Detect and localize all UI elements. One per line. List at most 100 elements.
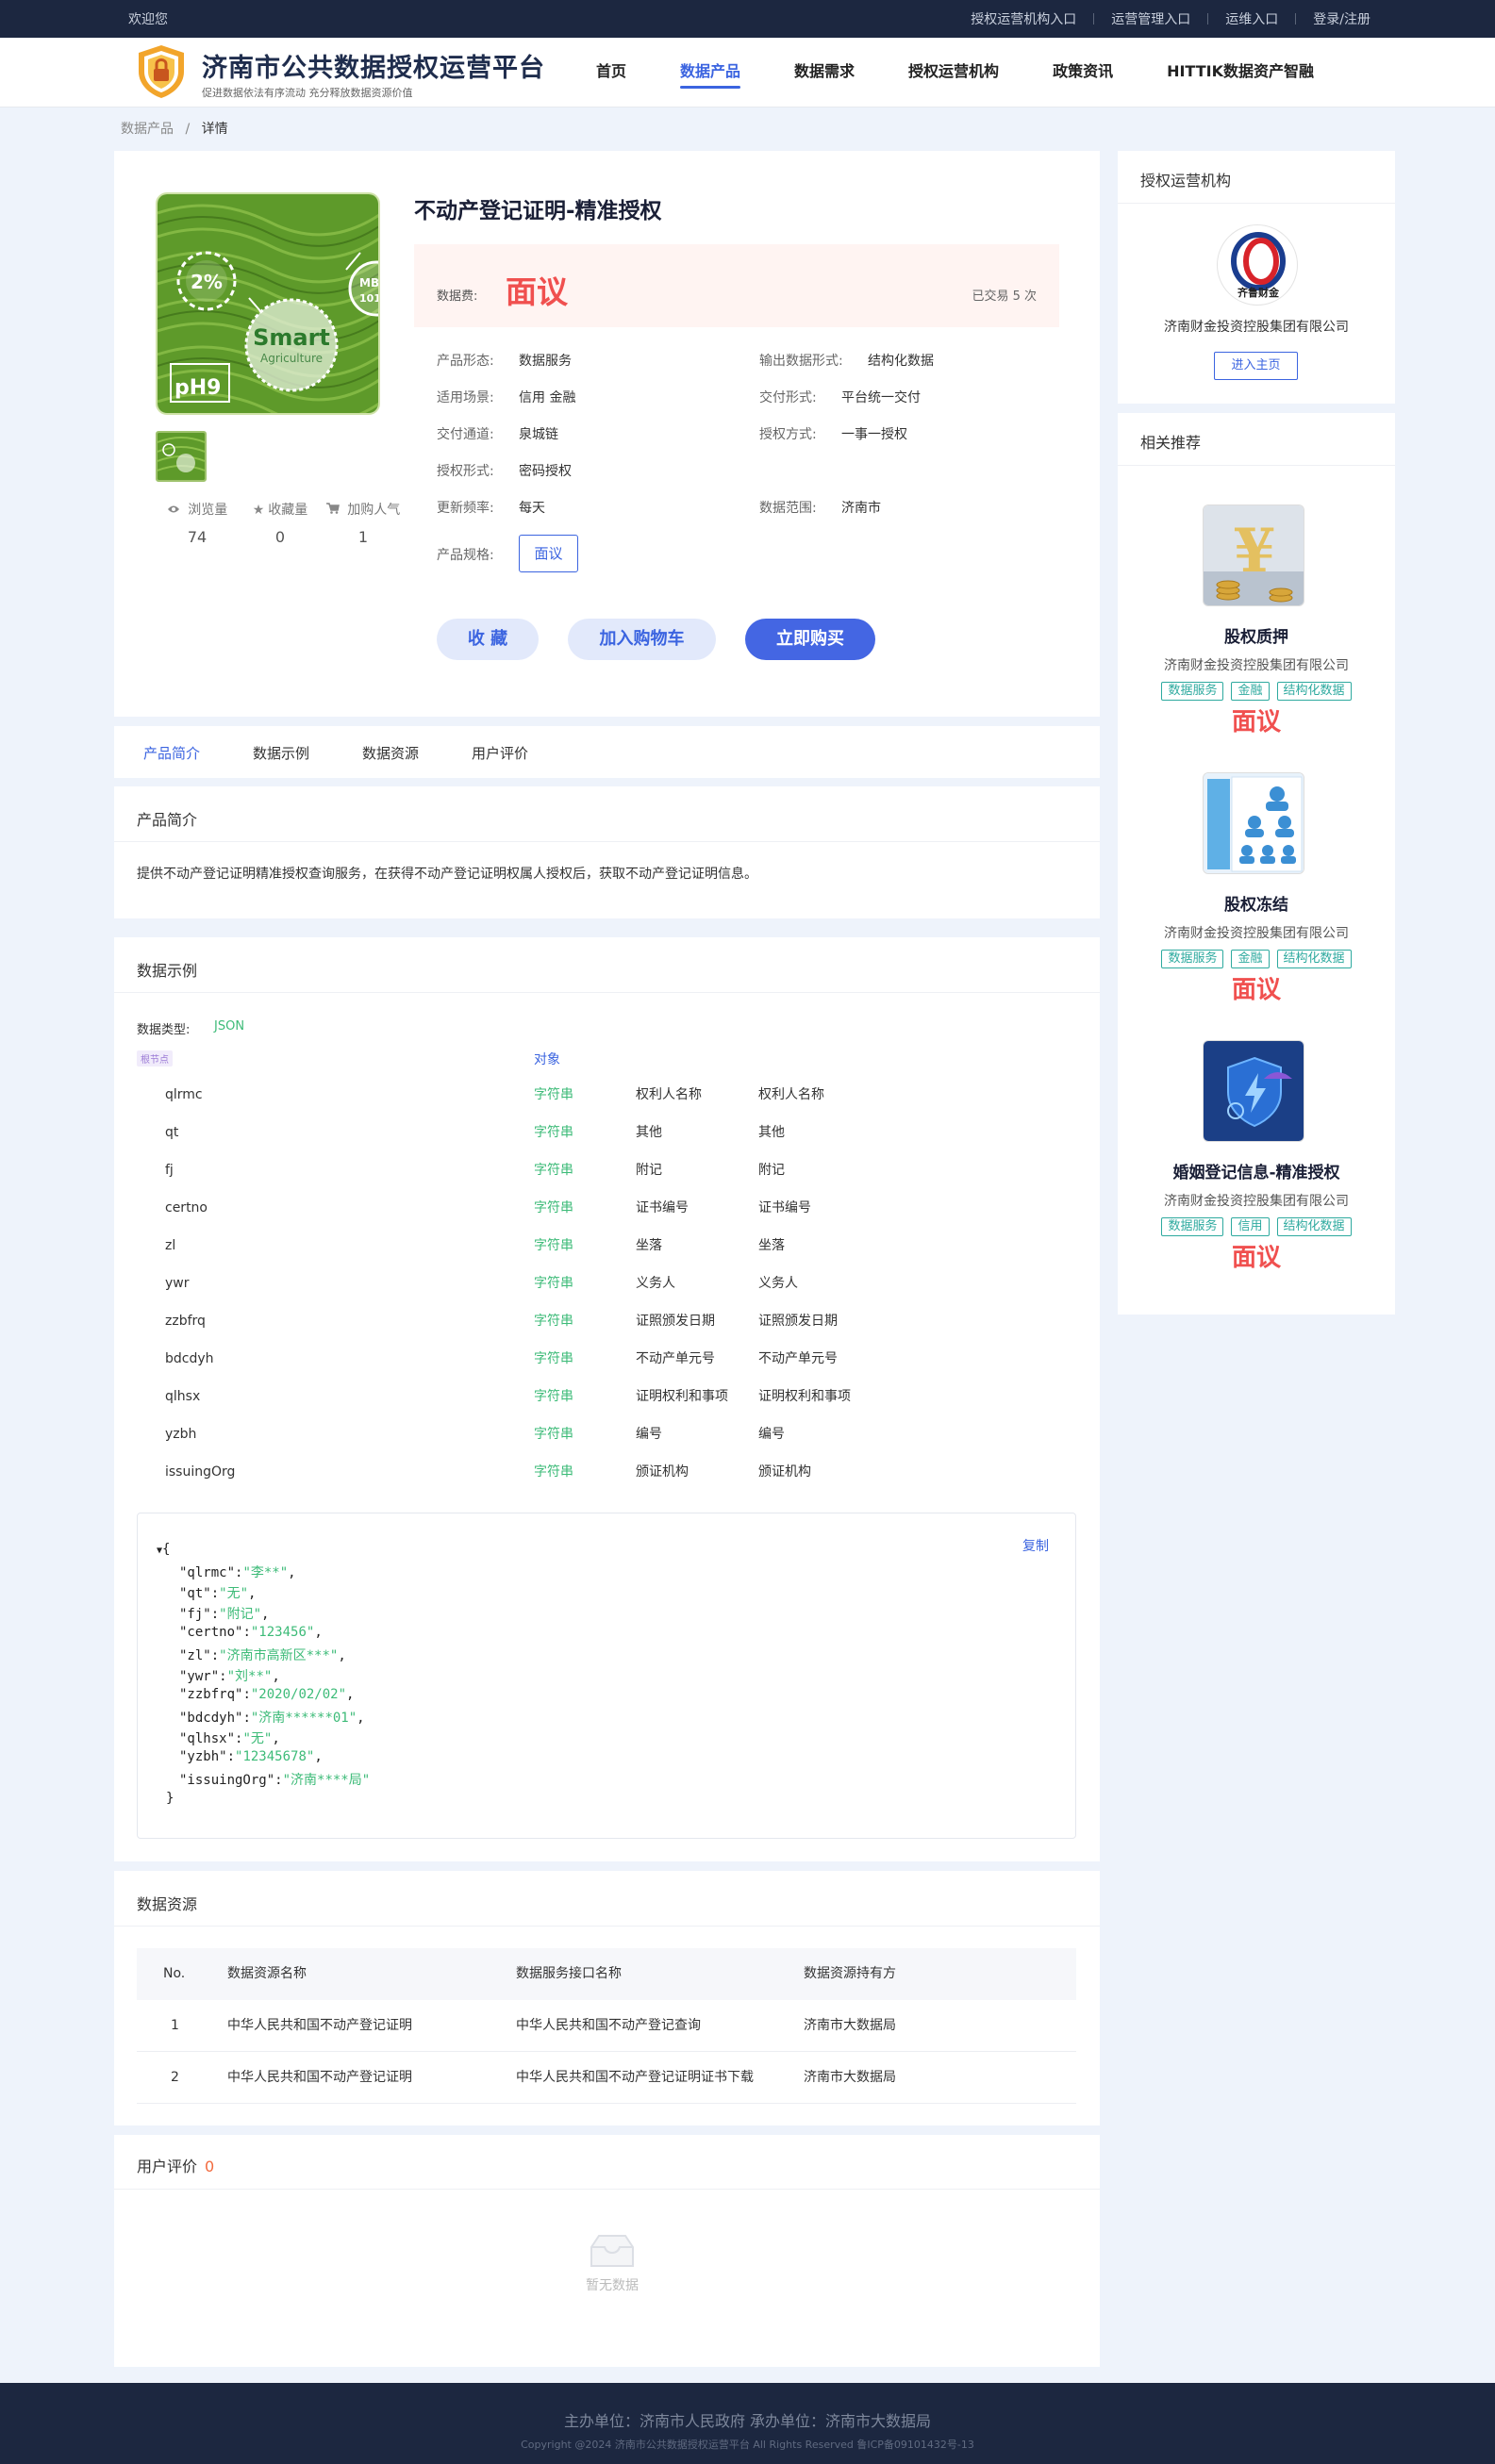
nav-auth-orgs[interactable]: 授权运营机构: [908, 58, 999, 89]
ops-mgmt-entry-link[interactable]: 运营管理入口: [1111, 9, 1190, 28]
json-key: "yzbh": [179, 1749, 227, 1764]
tab-intro[interactable]: 产品简介: [143, 743, 200, 763]
field-desc-alt: 证明权利和事项: [758, 1389, 851, 1404]
field-desc-alt: 不动产单元号: [758, 1351, 838, 1366]
tab-resources[interactable]: 数据资源: [362, 743, 419, 763]
breadcrumb-current: 详情: [201, 122, 228, 137]
attr-value: 结构化数据: [868, 354, 934, 369]
favorite-button[interactable]: 收 藏: [437, 619, 539, 660]
image-agriculture-text: Agriculture: [260, 352, 323, 365]
attr-output: 输出数据形式: 结构化数据: [759, 351, 934, 370]
divider: [1118, 465, 1395, 466]
recommend-name[interactable]: 婚姻登记信息-精准授权: [1118, 1159, 1395, 1182]
json-key: "zzbfrq": [179, 1687, 243, 1702]
login-register-link[interactable]: 登录/注册: [1313, 9, 1370, 28]
field-desc: 证书编号: [636, 1200, 689, 1215]
attr-label: 产品形态:: [437, 354, 494, 369]
tag: 数据服务: [1161, 950, 1224, 968]
org-logo[interactable]: 齐鲁财金: [1217, 224, 1298, 306]
json-line: "ywr":"刘**",: [179, 1666, 280, 1685]
nav-data-products[interactable]: 数据产品: [680, 58, 741, 89]
site-logo-icon[interactable]: [135, 43, 188, 100]
attr-label: 更新频率:: [437, 501, 494, 516]
divider: [1295, 13, 1297, 25]
tab-reviews[interactable]: 用户评价: [472, 743, 528, 763]
field-desc-alt: 颁证机构: [758, 1464, 811, 1480]
tab-sample[interactable]: 数据示例: [253, 743, 309, 763]
copy-button[interactable]: 复制: [1022, 1536, 1049, 1555]
attr-authform: 授权形式: 密码授权: [437, 461, 572, 480]
recommend-price: 面议: [1231, 1244, 1281, 1272]
top-links: 授权运营机构入口 运营管理入口 运维入口 登录/注册: [971, 9, 1370, 28]
buy-now-button[interactable]: 立即购买: [745, 619, 875, 660]
divider: [114, 841, 1100, 842]
json-colon: :: [274, 1773, 283, 1788]
json-close-brace: }: [166, 1791, 174, 1806]
column-header: 数据资源名称: [227, 1966, 307, 1981]
breadcrumb-parent[interactable]: 数据产品: [121, 122, 174, 137]
json-key: "fj": [179, 1607, 211, 1622]
maintenance-entry-link[interactable]: 运维入口: [1225, 9, 1278, 28]
recommend-image[interactable]: [1203, 772, 1304, 874]
recommend-image[interactable]: ¥: [1203, 504, 1304, 606]
json-comma: ,: [357, 1711, 365, 1726]
auth-org-entry-link[interactable]: 授权运营机构入口: [971, 9, 1076, 28]
field-desc: 不动产单元号: [636, 1351, 715, 1366]
attr-value: 信用 金融: [519, 390, 576, 405]
add-to-cart-button[interactable]: 加入购物车: [568, 619, 716, 660]
json-key: "qt": [179, 1586, 211, 1601]
nav-hittik[interactable]: HITTIK数据资产智融: [1167, 58, 1314, 89]
recommend-name[interactable]: 股权质押: [1118, 623, 1395, 647]
field-row: zzbfrq 字符串 证照颁发日期 证照颁发日期: [114, 1302, 1100, 1340]
recommend-panel: 相关推荐 ¥ 股权质押 济南财金投资控股集团有限公司 数据服务 金融 结构化数据…: [1118, 413, 1395, 1315]
json-line: "qt":"无",: [179, 1583, 256, 1602]
nav-home[interactable]: 首页: [596, 58, 626, 89]
nav-policy-news[interactable]: 政策资讯: [1053, 58, 1113, 89]
tag: 结构化数据: [1276, 1217, 1352, 1236]
product-image[interactable]: 2% Smart Agriculture MBA 1010 pH9: [156, 192, 380, 415]
tag: 信用: [1231, 1217, 1270, 1236]
empty-state: 暂无数据: [582, 2232, 642, 2307]
json-comma: ,: [314, 1749, 323, 1764]
json-colon: :: [219, 1669, 227, 1684]
field-type: 字符串: [534, 1200, 573, 1215]
enter-homepage-button[interactable]: 进入主页: [1214, 352, 1298, 380]
json-comma: ,: [288, 1565, 296, 1580]
field-name: fj: [165, 1163, 174, 1178]
field-row: yzbh 字符串 编号 编号: [114, 1415, 1100, 1453]
spec-option-button[interactable]: 面议: [519, 535, 578, 572]
field-desc: 颁证机构: [636, 1464, 689, 1480]
recommend-price: 面议: [1231, 976, 1281, 1004]
field-name: qlrmc: [165, 1087, 203, 1102]
site-title: 济南市公共数据授权运营平台: [202, 54, 545, 83]
json-value: "2020/02/02": [250, 1687, 347, 1702]
recommend-price: 面议: [1231, 708, 1281, 736]
field-row: certno 字符串 证书编号 证书编号: [114, 1189, 1100, 1227]
data-type-value: JSON: [214, 1019, 245, 1034]
empty-box-icon: [586, 2235, 639, 2274]
recommend-image[interactable]: [1203, 1040, 1304, 1142]
recommend-tags: 数据服务 金融 结构化数据: [1118, 682, 1395, 701]
column-header: No.: [163, 1966, 186, 1981]
field-name: qlhsx: [165, 1389, 201, 1404]
field-desc-alt: 权利人名称: [758, 1087, 824, 1102]
recommend-name[interactable]: 股权冻结: [1118, 891, 1395, 915]
nav-data-demand[interactable]: 数据需求: [794, 58, 855, 89]
json-colon: :: [210, 1586, 220, 1601]
image-mba-text: MBA: [359, 276, 380, 289]
json-key: "issuingOrg": [179, 1773, 275, 1788]
json-line: "qlrmc":"李**",: [179, 1563, 296, 1581]
json-value: "济南****局": [282, 1773, 371, 1788]
field-name: zzbfrq: [165, 1314, 206, 1329]
section-title: 用户评价 0: [137, 2154, 214, 2176]
field-row: fj 字符串 附记 附记: [114, 1151, 1100, 1189]
product-thumbnail[interactable]: [156, 431, 207, 482]
field-desc: 权利人名称: [636, 1087, 702, 1102]
eye-icon: [167, 503, 184, 518]
recommend-tags: 数据服务 金融 结构化数据: [1118, 950, 1395, 968]
json-value: "无": [219, 1586, 249, 1601]
star-icon: ★: [252, 503, 265, 518]
attr-scene: 适用场景: 信用 金融: [437, 388, 575, 406]
json-comma: ,: [248, 1586, 257, 1601]
section-title: 数据示例: [137, 962, 198, 980]
